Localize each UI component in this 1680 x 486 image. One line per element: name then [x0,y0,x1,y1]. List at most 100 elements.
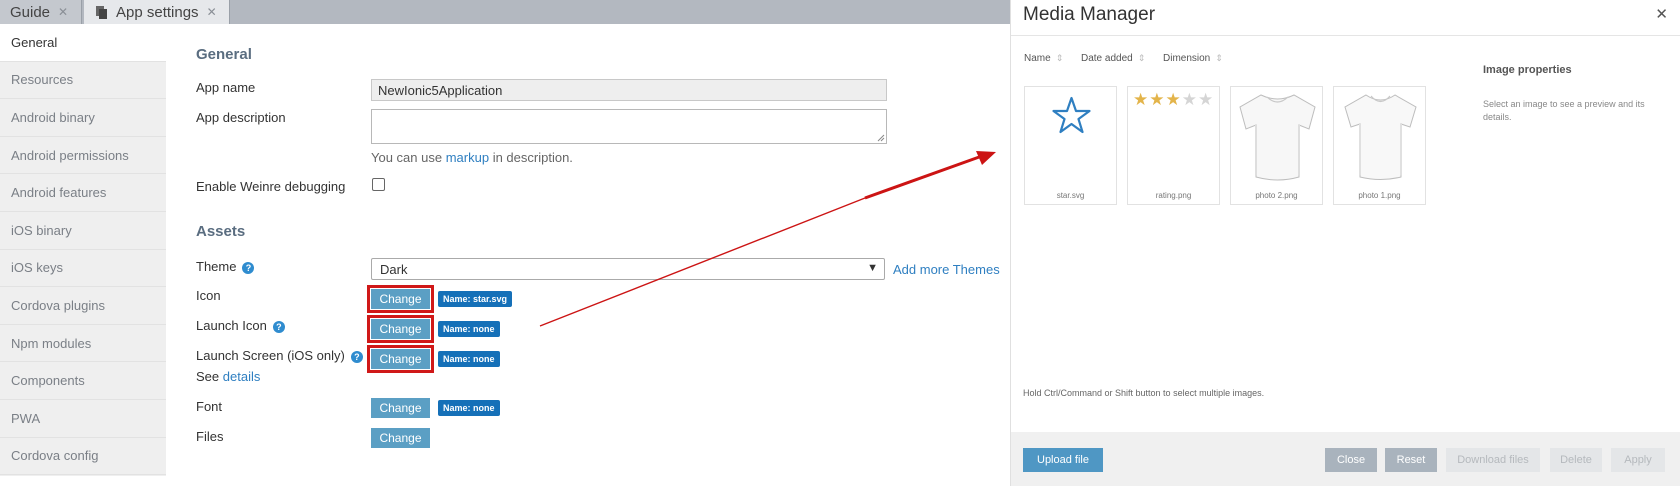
app-name-input[interactable] [371,79,887,101]
tab-bar: Guide ✕ App settings ✕ [0,0,1010,24]
tab-guide[interactable]: Guide ✕ [0,0,82,24]
launch-icon-label-text: Launch Icon [196,318,267,333]
theme-select-value: Dark [380,262,408,277]
tshirt-photo [1344,94,1417,180]
media-manager-title: Media Manager [1023,4,1156,25]
change-launch-icon-button[interactable]: Change [367,315,434,343]
sidebar-item-pwa[interactable]: PWA [0,400,166,438]
sort-icon: ⇕ [1055,53,1064,63]
sidebar-item-android-features[interactable]: Android features [0,174,166,212]
image-thumbnail[interactable]: photo 1.png [1333,86,1426,205]
image-properties-hint: Select an image to see a preview and its… [1483,99,1645,122]
weinre-checkbox[interactable] [372,178,385,191]
icon-name-badge: Name: star.svg [438,291,513,307]
change-icon-button[interactable]: Change [367,285,434,313]
sidebar-item-label: Android permissions [11,147,129,163]
section-title-assets: Assets [196,223,246,240]
reset-button[interactable]: Reset [1385,448,1437,472]
sort-icon: ⇕ [1215,53,1223,63]
markup-link[interactable]: markup [446,150,489,165]
sidebar-item-components[interactable]: Components [0,362,166,400]
files-label: Files [196,429,224,444]
tab-guide-label: Guide [10,3,51,21]
sidebar-item-android-binary[interactable]: Android binary [0,99,166,137]
settings-document-icon [94,5,108,19]
change-launch-screen-button[interactable]: Change [367,345,434,373]
sidebar-item-label: General [11,34,58,50]
sidebar-item-label: Android binary [11,109,95,125]
sidebar-item-label: iOS keys [11,260,64,276]
sidebar-item-cordova-config[interactable]: Cordova config [0,438,166,476]
sidebar-item-general[interactable]: General [0,24,166,62]
apply-button[interactable]: Apply [1611,448,1665,472]
launch-screen-label: Launch Screen (iOS only)? [196,348,363,363]
sidebar-item-label: Npm modules [11,335,92,351]
sort-date-added[interactable]: Date added ⇕ [1081,53,1145,64]
app-description-label: App description [196,110,286,125]
launch-screen-label-text: Launch Screen (iOS only) [196,348,345,363]
see-prefix: See [196,369,220,384]
image-thumbnail[interactable]: ★★★★★ rating.png [1127,86,1220,205]
chevron-down-icon: ▼ [867,262,878,274]
star-empty-icon: ★ [1181,90,1198,109]
media-manager-panel: Media Manager ✕ Name ⇕ Date added ⇕ Dimens… [1010,0,1680,486]
launch-icon-name-badge: Name: none [438,321,500,337]
tab-app-settings[interactable]: App settings ✕ [84,0,230,24]
sidebar-item-label: Android features [11,185,107,201]
upload-file-button[interactable]: Upload file [1023,448,1103,472]
settings-sidebar: General Resources Android binary Android… [0,24,166,476]
icon-label: Icon [196,288,221,303]
sort-dimension[interactable]: Dimension ⇕ [1163,53,1223,64]
rating-stars: ★★★★★ [1128,87,1219,187]
sidebar-item-resources[interactable]: Resources [0,62,166,100]
sidebar-item-label: PWA [11,410,41,426]
star-filled-icon: ★ [1133,90,1150,109]
sidebar-item-label: iOS binary [11,222,72,238]
change-files-button[interactable]: Change [371,428,430,448]
image-name: star.svg [1056,191,1085,200]
font-name-badge: Name: none [438,400,500,416]
sidebar-item-npm-modules[interactable]: Npm modules [0,325,166,363]
sidebar-item-label: Cordova config [11,448,99,464]
image-thumbnail[interactable]: photo 2.png [1230,86,1323,205]
resize-handle-icon[interactable] [877,134,885,142]
theme-label-text: Theme [196,259,237,274]
star-filled-icon: ★ [1149,90,1166,109]
close-icon[interactable]: ✕ [58,5,68,19]
tab-app-settings-label: App settings [116,3,199,21]
launch-icon-label: Launch Icon? [196,318,285,333]
help-icon[interactable]: ? [350,350,363,363]
download-files-button[interactable]: Download files [1446,448,1540,472]
help-icon[interactable]: ? [242,261,255,274]
sidebar-item-ios-keys[interactable]: iOS keys [0,250,166,288]
close-icon[interactable]: ✕ [207,5,217,19]
star-icon [1052,96,1091,134]
help-icon[interactable]: ? [272,320,285,333]
weinre-label: Enable Weinre debugging [196,179,346,194]
sidebar-item-android-permissions[interactable]: Android permissions [0,137,166,175]
sort-name[interactable]: Name ⇕ [1024,53,1063,64]
see-details: See details [196,369,260,384]
star-filled-icon: ★ [1165,90,1182,109]
hint-prefix: You can use [371,150,443,165]
app-description-textarea[interactable] [371,109,887,144]
sidebar-item-label: Cordova plugins [11,297,105,313]
hint-suffix: in description. [492,150,573,165]
change-font-button[interactable]: Change [371,398,430,418]
settings-form: General App name App description You can… [166,24,1010,476]
app-name-label: App name [196,80,256,95]
close-button[interactable]: Close [1325,448,1377,472]
delete-button[interactable]: Delete [1550,448,1602,472]
add-more-themes-link[interactable]: Add more Themes [893,262,1000,277]
sidebar-item-ios-binary[interactable]: iOS binary [0,212,166,250]
launch-screen-name-badge: Name: none [438,351,500,367]
image-thumbnail[interactable]: star.svg [1024,86,1117,205]
theme-select[interactable]: Dark ▼ [371,258,885,280]
font-label: Font [196,399,223,414]
close-icon[interactable]: ✕ [1655,5,1668,23]
section-title-general: General [196,46,252,63]
sidebar-item-label: Components [11,373,85,389]
divider [1011,35,1680,36]
sidebar-item-cordova-plugins[interactable]: Cordova plugins [0,287,166,325]
details-link[interactable]: details [223,369,261,384]
